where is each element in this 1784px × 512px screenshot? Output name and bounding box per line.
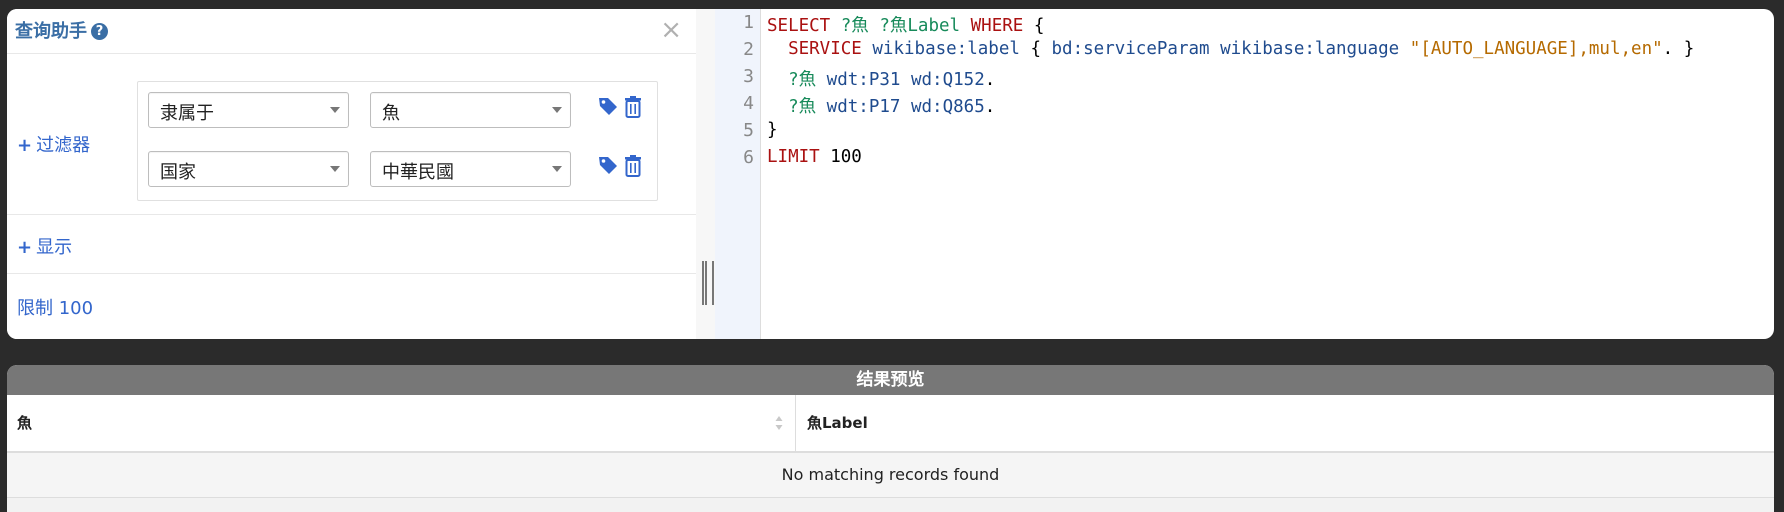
add-display-label: 显示 [36, 237, 73, 258]
trash-icon[interactable] [622, 95, 644, 119]
code-token: { [1019, 39, 1052, 59]
column-header-fishlabel-label: 魚Label [807, 414, 868, 432]
chevron-down-icon [552, 166, 562, 172]
query-helper-title: 查询助手? [15, 17, 108, 43]
code-token-uri: wdt:P17 [826, 97, 901, 117]
section-divider [7, 273, 696, 274]
filter-property-value-2: 国家 [160, 162, 196, 183]
code-token-uri: bd:serviceParam [1051, 39, 1210, 59]
code-token-kw: WHERE [970, 16, 1024, 36]
code-line: ?魚 wdt:P17 wd:Q865. [767, 93, 995, 118]
code-token-kw: SERVICE [788, 39, 862, 59]
code-token: } [767, 120, 778, 140]
code-token-var: ?魚 [788, 70, 817, 90]
code-token-var: ?魚 [788, 97, 817, 117]
line-number: 4 [743, 93, 754, 114]
plus-icon: + [17, 135, 33, 156]
chevron-down-icon [330, 107, 340, 113]
query-helper: 查询助手? × + 过滤器 隶属于 魚 国家 中華民國 + 显示 限制 100 [7, 9, 697, 339]
add-display-link[interactable]: + 显示 [17, 233, 72, 259]
filter-value-select-1[interactable]: 魚 [370, 92, 571, 128]
filter-value-select-2[interactable]: 中華民國 [370, 151, 571, 187]
drag-handle-icon[interactable] [702, 261, 714, 305]
add-filter-label: 过滤器 [36, 135, 91, 156]
limit-link[interactable]: 限制 100 [17, 294, 93, 320]
line-number: 6 [743, 147, 754, 168]
query-panel: 查询助手? × + 过滤器 隶属于 魚 国家 中華民國 + 显示 限制 100 … [7, 9, 1774, 339]
panel-splitter[interactable] [696, 9, 715, 339]
filter-property-select-2[interactable]: 国家 [148, 151, 349, 187]
tag-icon[interactable] [597, 95, 619, 119]
line-number: 5 [743, 120, 754, 141]
tag-icon[interactable] [597, 154, 619, 178]
chevron-down-icon [552, 107, 562, 113]
code-token-uri: wdt:P31 [826, 70, 901, 90]
query-helper-title-text: 查询助手 [15, 21, 87, 42]
filter-value-value-1: 魚 [382, 103, 400, 124]
code-line: SELECT ?魚 ?魚Label WHERE { [767, 12, 1044, 37]
filter-value-value-2: 中華民國 [382, 162, 454, 183]
code-token-uri: wd:Q152 [910, 70, 985, 90]
code-token-uri: wd:Q865 [910, 97, 985, 117]
line-number: 2 [743, 39, 754, 60]
code-token-uri: wikibase:label [872, 39, 1020, 59]
code-line: LIMIT 100 [767, 147, 862, 167]
column-header-fish-label: 魚 [17, 414, 33, 432]
code-token-var: ?魚Label [879, 16, 961, 36]
results-table-header: 魚 魚Label [7, 395, 1774, 453]
line-number: 1 [743, 12, 754, 33]
line-number: 3 [743, 66, 754, 87]
column-header-fish[interactable]: 魚 [7, 395, 796, 451]
code-line: SERVICE wikibase:label { bd:serviceParam… [767, 39, 1694, 59]
help-icon[interactable]: ? [91, 23, 108, 40]
code-token: { [1023, 16, 1045, 36]
code-line: ?魚 wdt:P31 wd:Q152. [767, 66, 995, 91]
code-token: . } [1662, 39, 1695, 59]
filter-property-select-1[interactable]: 隶属于 [148, 92, 349, 128]
plus-icon: + [17, 237, 33, 258]
results-preview: 结果预览 魚 魚Label No matching records found [7, 365, 1774, 512]
close-icon[interactable]: × [660, 17, 682, 43]
code-token: 100 [819, 147, 862, 167]
chevron-down-icon [330, 166, 340, 172]
code-token: . [984, 70, 996, 90]
code-line: } [767, 120, 778, 140]
results-title: 结果预览 [7, 365, 1774, 395]
filter-list: 隶属于 魚 国家 中華民國 [137, 81, 658, 201]
add-filter-link[interactable]: + 过滤器 [17, 131, 90, 157]
code-token: . [984, 97, 996, 117]
query-helper-header: 查询助手? × [7, 9, 696, 54]
code-token-var: ?魚 [840, 16, 869, 36]
sort-icon[interactable] [775, 414, 783, 432]
code-token-str: "[AUTO_LANGUAGE],mul,en" [1409, 39, 1663, 59]
line-number-gutter: 1 2 3 4 5 6 [715, 9, 761, 339]
empty-results-message: No matching records found [7, 453, 1774, 498]
code-token-kw: LIMIT [767, 147, 820, 167]
section-divider [7, 214, 696, 215]
code-token-kw: SELECT [767, 16, 831, 36]
column-header-fish-label-col[interactable]: 魚Label [797, 395, 1767, 451]
code-token-uri: wikibase:language [1220, 39, 1400, 59]
trash-icon[interactable] [622, 154, 644, 178]
filter-property-value-1: 隶属于 [160, 103, 214, 124]
